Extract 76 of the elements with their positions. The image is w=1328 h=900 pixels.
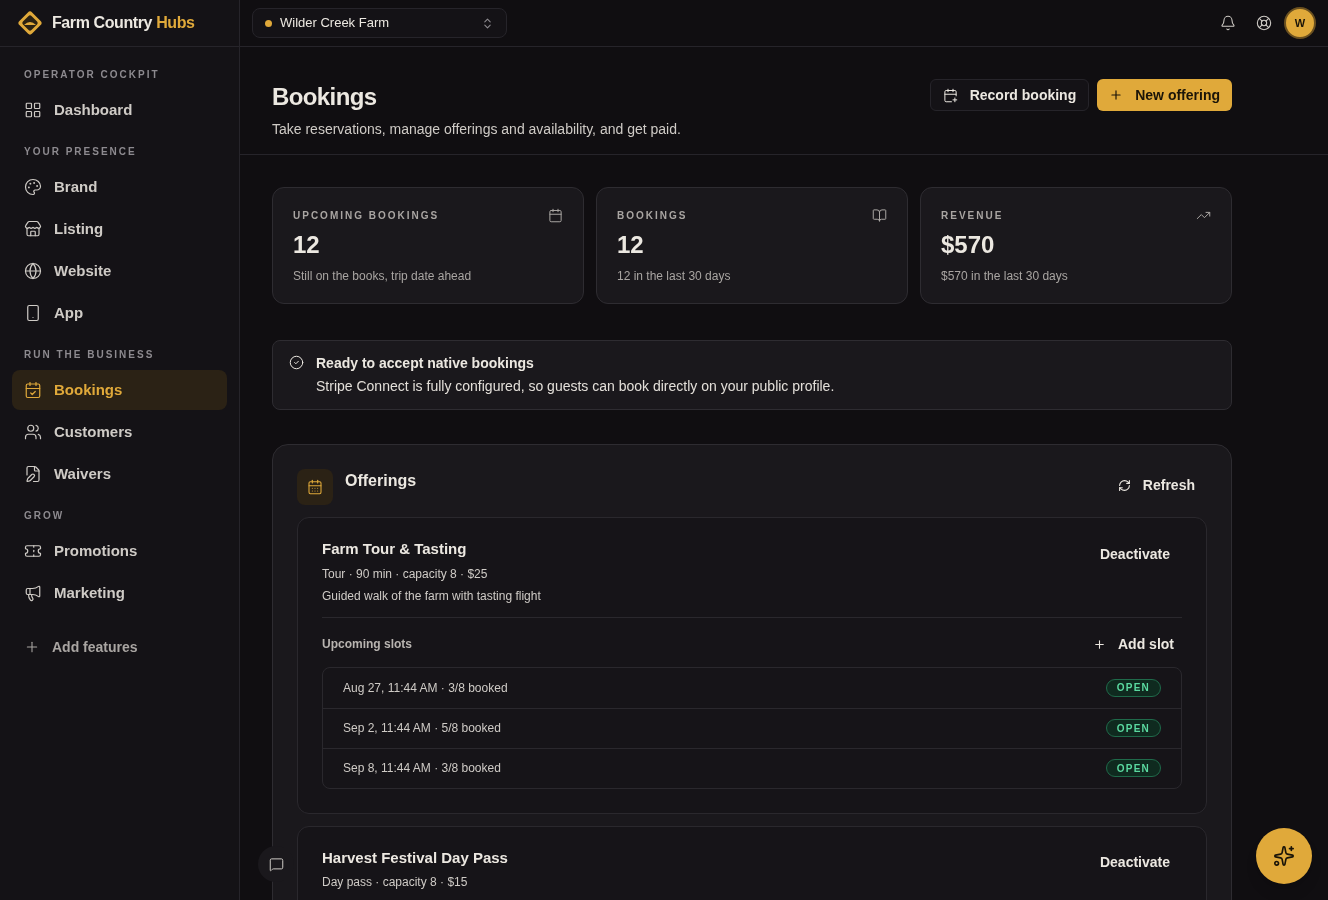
offering-description: Guided walk of the farm with tasting flight — [322, 587, 542, 605]
deactivate-button[interactable]: Deactivate — [1087, 538, 1182, 570]
globe-icon — [24, 262, 42, 280]
section-title: Offerings — [345, 471, 417, 491]
slots-heading: Upcoming slots — [322, 636, 413, 653]
avatar[interactable]: W — [1284, 7, 1316, 39]
plus-icon — [1093, 637, 1106, 651]
calendar-icon — [24, 381, 42, 399]
nav-item[interactable]: Brand — [12, 167, 227, 207]
stat-value: $570 — [941, 230, 996, 260]
notice-text: Stripe Connect is fully configured, so guests can book directly on your public profile. — [316, 377, 835, 396]
add-features-button[interactable]: Add features — [12, 627, 227, 667]
notice-title: Ready to accept native bookings — [316, 354, 535, 373]
sparkle-icon — [1273, 845, 1295, 867]
nav-item[interactable]: Website — [12, 251, 227, 291]
section-heading: YOUR PRESENCE — [23, 145, 138, 159]
stat-value: 12 — [617, 230, 645, 260]
notifications-icon[interactable] — [1220, 15, 1236, 31]
stat-label: REVENUE — [941, 209, 1004, 223]
refresh-icon — [1117, 478, 1131, 492]
store-icon — [24, 220, 42, 238]
check-circle-icon — [289, 355, 304, 370]
nav-item[interactable]: Promotions — [12, 531, 227, 571]
nav-item[interactable]: App — [12, 293, 227, 333]
book-icon — [872, 208, 887, 223]
stat-value: 12 — [293, 230, 321, 260]
page-subtitle: Take reservations, manage offerings and availability, and get paid. — [272, 120, 682, 139]
help-icon[interactable] — [1256, 15, 1272, 31]
ticket-icon — [24, 542, 42, 560]
offering-meta: Day pass · capacity 8 · $15 — [322, 874, 469, 891]
stat-label: UPCOMING BOOKINGS — [293, 209, 440, 223]
phone-icon — [24, 304, 42, 322]
section-heading: RUN THE BUSINESS — [23, 348, 156, 362]
offering-meta: Tour · 90 min · capacity 8 · $25 — [322, 565, 489, 583]
stat-note: Still on the books, trip date ahead — [293, 268, 473, 285]
chevrons-icon — [481, 16, 494, 30]
assistant-button[interactable] — [1256, 828, 1312, 884]
refresh-button[interactable]: Refresh — [1105, 469, 1207, 501]
stat-note: 12 in the last 30 days — [617, 268, 732, 285]
farm-name: Wilder Creek Farm — [280, 14, 391, 33]
status-badge: OPEN — [1105, 719, 1161, 737]
slot-text: Sep 8, 11:44 AM · 3/8 booked — [343, 760, 502, 777]
offering-name: Farm Tour & Tasting — [322, 539, 468, 559]
brand-name: Farm Country Hubs — [52, 13, 195, 33]
section-heading: OPERATOR COCKPIT — [23, 68, 161, 82]
stat-label: BOOKINGS — [617, 209, 688, 223]
status-badge: OPEN — [1105, 759, 1161, 777]
calendar-icon — [297, 469, 333, 505]
nav-item[interactable]: Bookings — [12, 370, 227, 410]
offering-name: Harvest Festival Day Pass — [322, 847, 509, 868]
nav-item[interactable]: Waivers — [12, 454, 227, 494]
calendar-plus-icon — [942, 87, 958, 103]
nav-item[interactable]: Marketing — [12, 573, 227, 613]
new-offering-button[interactable]: New offering — [1097, 79, 1232, 111]
slot-text: Aug 27, 11:44 AM · 3/8 booked — [343, 679, 509, 697]
section-heading: GROW — [23, 509, 66, 523]
add-slot-button[interactable]: Add slot — [1085, 633, 1182, 655]
users-icon — [24, 423, 42, 441]
stat-note: $570 in the last 30 days — [941, 268, 1069, 285]
deactivate-button[interactable]: Deactivate — [1087, 846, 1182, 879]
record-booking-button[interactable]: Record booking — [929, 79, 1090, 111]
megaphone-icon — [24, 584, 42, 602]
calendar-icon — [548, 208, 563, 223]
nav-item[interactable]: Customers — [12, 412, 227, 452]
nav-item[interactable]: Dashboard — [12, 90, 227, 130]
page-title: Bookings — [272, 82, 378, 112]
nav-item[interactable]: Listing — [12, 209, 227, 249]
chat-icon — [268, 856, 284, 872]
slot-text: Sep 2, 11:44 AM · 5/8 booked — [343, 720, 502, 737]
grid-icon — [24, 101, 42, 119]
plus-icon — [1109, 88, 1124, 102]
plus-icon — [24, 639, 40, 655]
farm-selector[interactable]: Wilder Creek Farm — [252, 8, 507, 38]
palette-icon — [24, 178, 42, 196]
document-pen-icon — [24, 465, 42, 483]
status-badge: OPEN — [1105, 678, 1161, 697]
